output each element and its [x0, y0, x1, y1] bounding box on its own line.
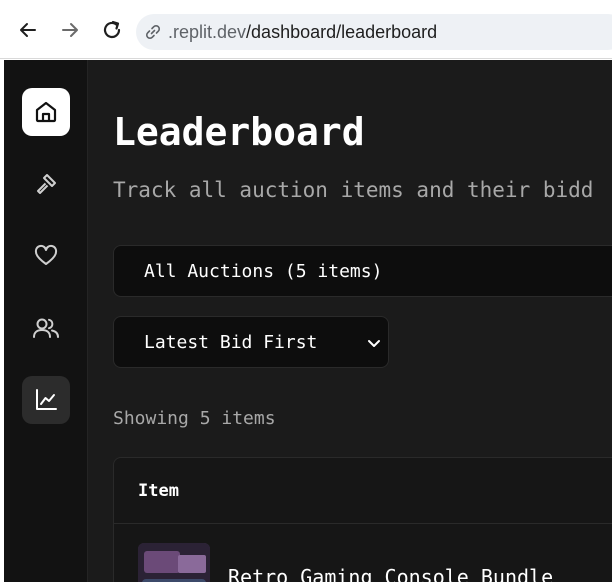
main-content: Leaderboard Track all auction items and …	[89, 60, 612, 582]
home-icon	[35, 101, 57, 123]
chart-icon	[36, 389, 57, 410]
sidebar-item-users[interactable]	[22, 304, 70, 352]
sidebar-item-favorites[interactable]	[22, 232, 70, 280]
page-subtitle: Track all auction items and their bidd	[113, 178, 594, 202]
reload-icon	[103, 20, 121, 39]
browser-toolbar: .replit.dev/dashboard/leaderboard	[0, 0, 612, 59]
page-title: Leaderboard	[113, 110, 365, 154]
auction-filter[interactable]: All Auctions (5 items)	[113, 245, 612, 297]
heart-icon	[34, 244, 58, 265]
url-host: .replit.dev	[168, 21, 247, 42]
gavel-icon	[37, 174, 56, 194]
sidebar-item-leaderboard[interactable]	[22, 376, 70, 424]
arrow-left-icon	[20, 23, 36, 37]
item-name: Retro Gaming Console Bundle	[228, 565, 554, 582]
app-window: Leaderboard Track all auction items and …	[4, 60, 612, 582]
auction-filter-label: All Auctions (5 items)	[144, 260, 383, 282]
results-count: Showing 5 items	[113, 408, 276, 429]
sidebar-item-auctions[interactable]	[22, 160, 70, 208]
sort-select[interactable]: Latest Bid First	[113, 316, 389, 368]
item-thumbnail	[138, 543, 210, 582]
url-text: .replit.dev/dashboard/leaderboard	[168, 22, 437, 43]
back-button[interactable]	[15, 17, 41, 43]
link-icon	[145, 24, 161, 40]
forward-button[interactable]	[57, 17, 83, 43]
chevron-down-icon	[364, 333, 384, 353]
arrow-right-icon	[62, 23, 78, 37]
sort-select-value: Latest Bid First	[144, 331, 318, 353]
address-bar[interactable]: .replit.dev/dashboard/leaderboard	[136, 14, 612, 50]
sidebar	[4, 60, 88, 582]
url-path: /dashboard/leaderboard	[246, 21, 438, 42]
leaderboard-table: Item Retro Gaming Console Bundle	[113, 457, 612, 582]
sidebar-item-home[interactable]	[22, 88, 70, 136]
reload-button[interactable]	[99, 17, 125, 43]
users-icon	[33, 318, 59, 338]
column-header-item: Item	[138, 480, 179, 501]
table-header: Item	[114, 458, 612, 524]
table-row[interactable]: Retro Gaming Console Bundle	[114, 525, 612, 582]
